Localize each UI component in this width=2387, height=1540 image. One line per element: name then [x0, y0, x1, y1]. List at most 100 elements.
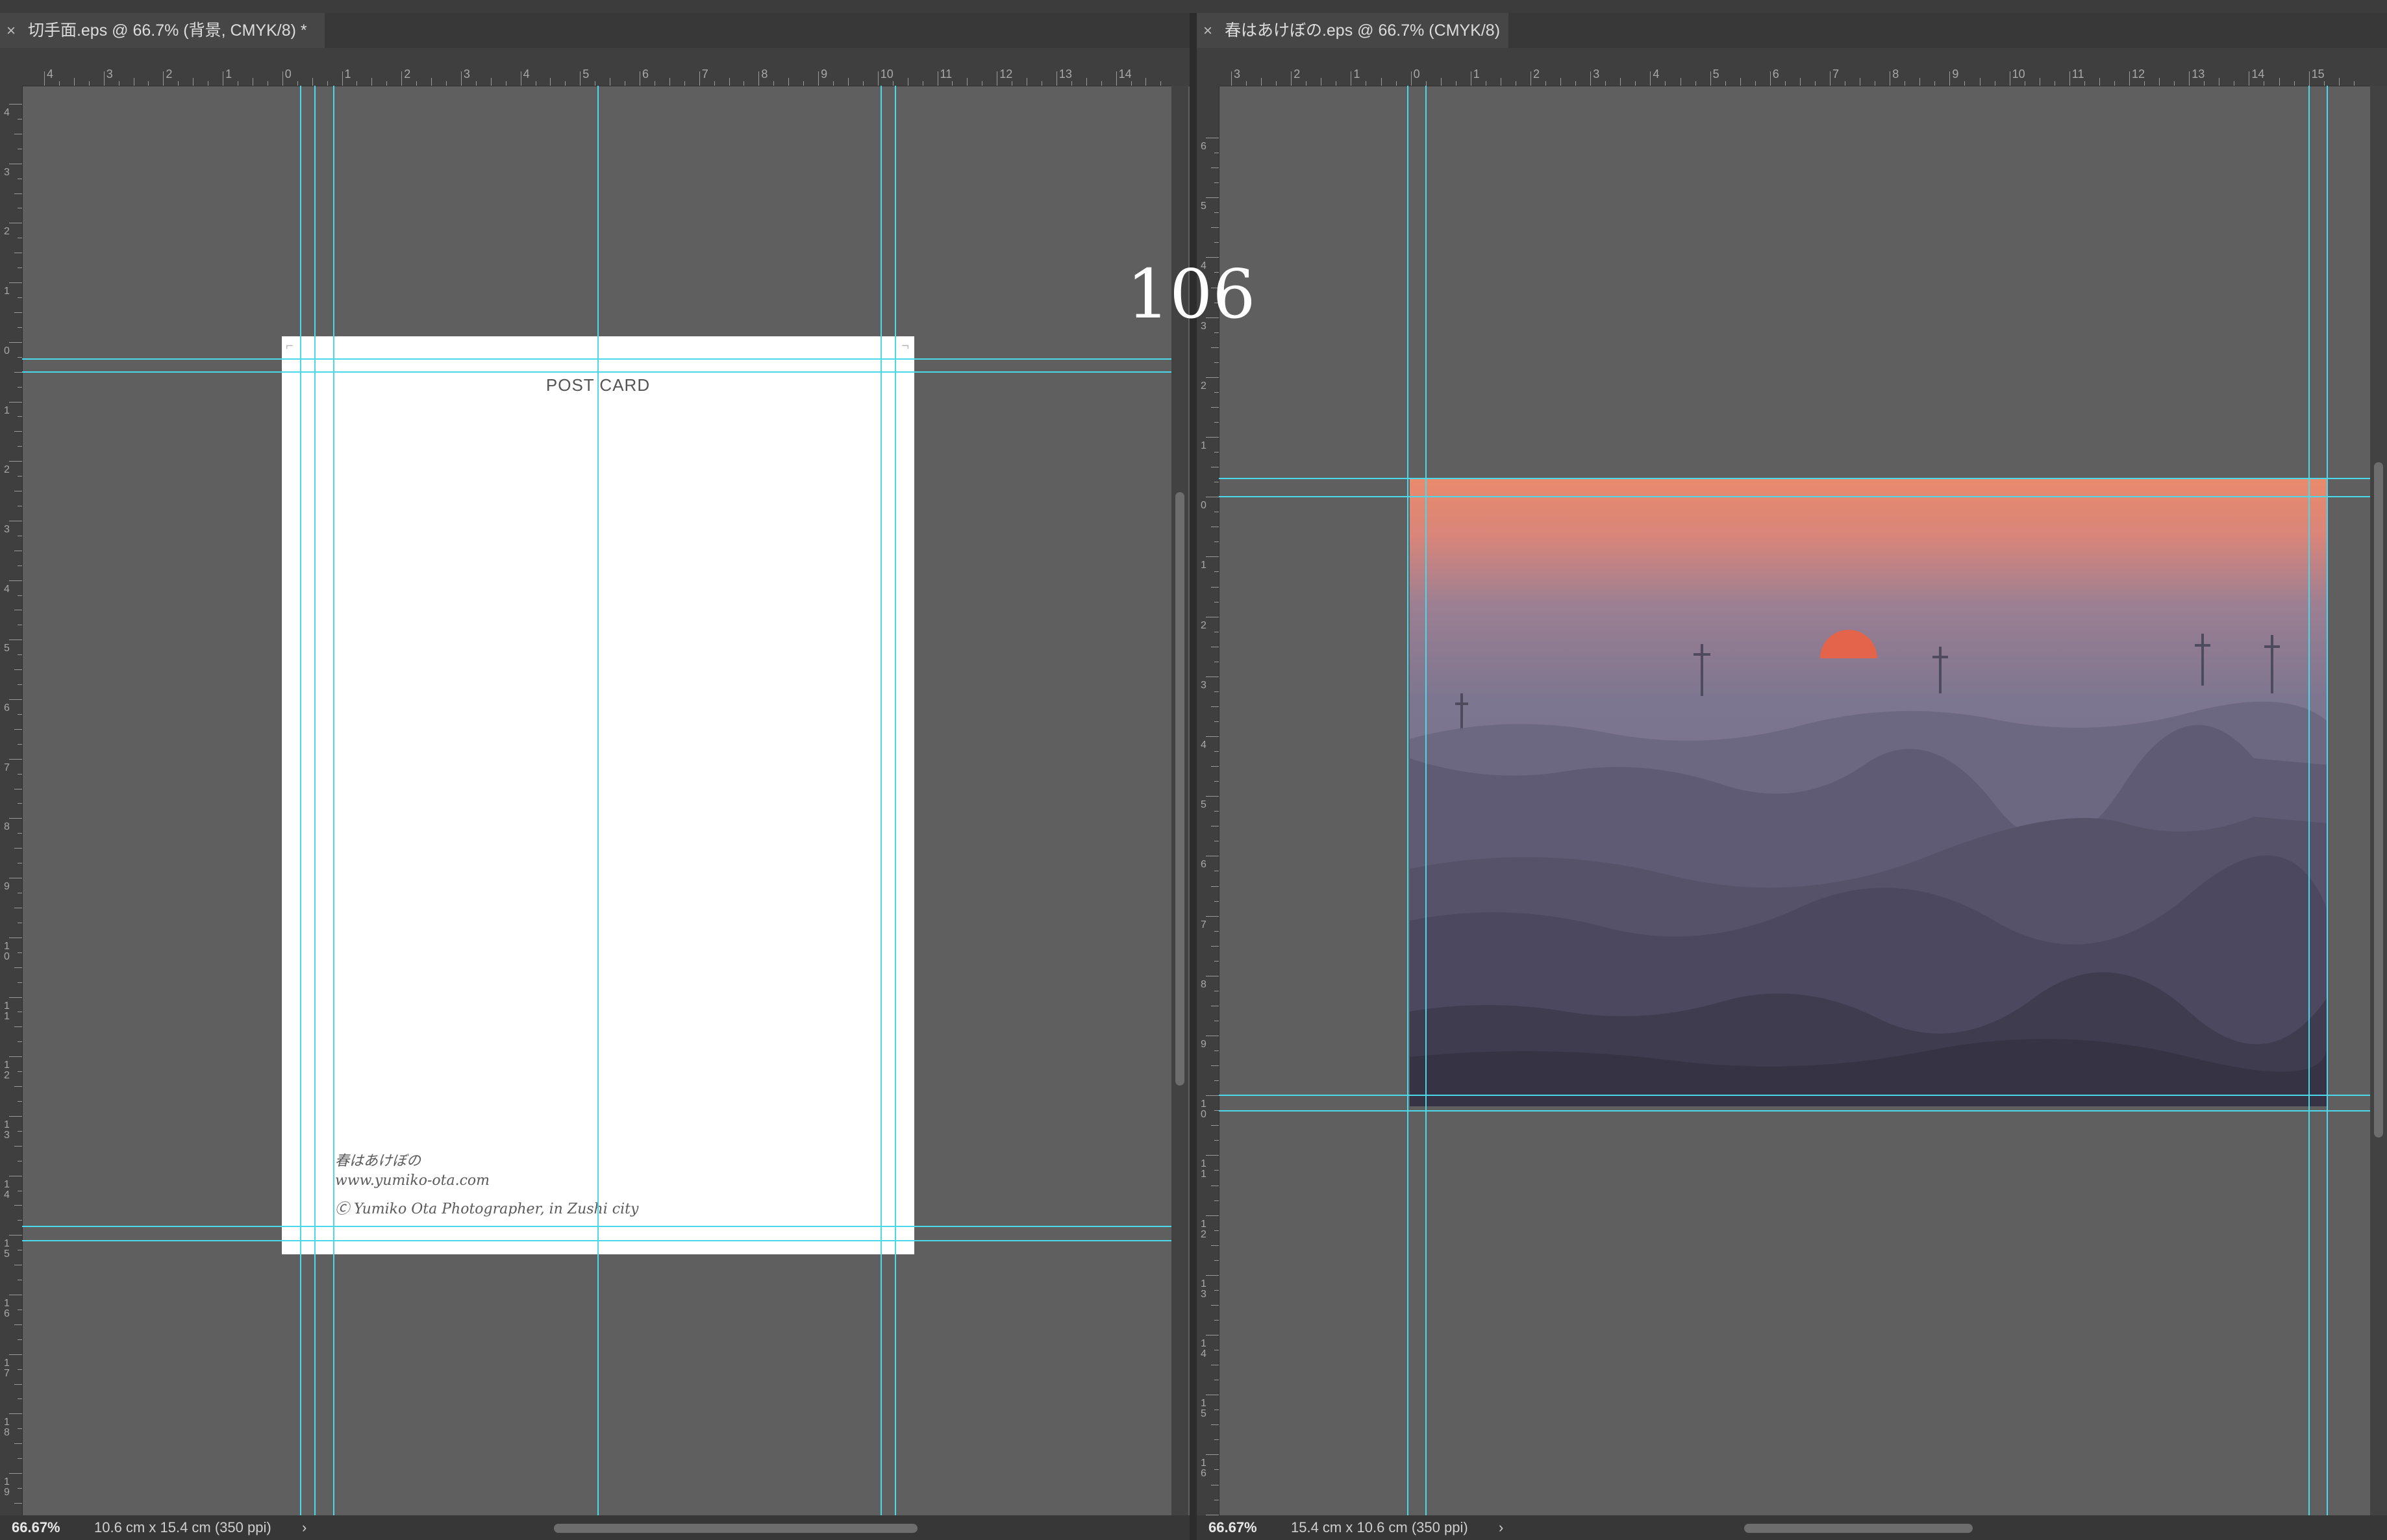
zoom-level[interactable]: 66.67% [12, 1515, 60, 1540]
photo-canvas[interactable] [1410, 479, 2327, 1106]
ruler-minor-tick [475, 81, 477, 86]
ruler-minor-tick [1071, 81, 1072, 86]
ruler-label: 2 [404, 68, 411, 81]
ruler-minor-tick [1211, 1065, 1219, 1067]
ruler-label: 13 [1201, 1278, 1206, 1300]
guide-horizontal[interactable] [22, 371, 1171, 373]
ruler-minor-tick [14, 371, 22, 373]
ruler-label: 4 [523, 68, 530, 81]
vertical-scrollbar[interactable] [2370, 86, 2387, 1515]
ruler-label: 8 [761, 68, 768, 81]
horizontal-scroll-thumb[interactable] [1744, 1524, 1973, 1533]
ruler-minor-tick [1214, 541, 1219, 543]
crop-mark: ¬ [901, 339, 909, 353]
ruler-label: 9 [4, 881, 10, 893]
ruler-minor-tick [18, 356, 22, 358]
ruler-minor-tick [1276, 81, 1277, 86]
horizontal-ruler[interactable]: 3 2 1 0 1 2 3 4 5 6 7 8 9 10 11 12 13 14 15 [1197, 48, 2387, 86]
horizontal-ruler[interactable]: 4 3 2 1 0 1 2 3 4 5 6 7 8 9 10 11 12 13 14 [0, 48, 1190, 86]
guide-vertical[interactable] [895, 86, 896, 1528]
ruler-minor-tick [386, 81, 388, 86]
ruler-label: 16 [4, 1298, 10, 1319]
ruler-tick [1590, 71, 1592, 86]
ruler-minor-tick [18, 1458, 22, 1459]
ruler-minor-tick [1964, 81, 1966, 86]
ruler-minor-tick [1214, 900, 1219, 902]
guide-horizontal[interactable] [22, 1240, 1171, 1241]
ruler-tick [1206, 556, 1219, 558]
chevron-right-icon[interactable]: › [302, 1515, 306, 1540]
ruler-minor-tick [18, 297, 22, 299]
credit-copyright: Ⓒ Yumiko Ota Photographer, in Zushi city [335, 1201, 639, 1217]
ruler-minor-tick [2323, 81, 2325, 86]
guide-horizontal[interactable] [1219, 1110, 2387, 1112]
ruler-tick [1710, 71, 1711, 86]
ruler-minor-tick [18, 1041, 22, 1043]
guide-vertical[interactable] [300, 86, 301, 1528]
ruler-label: 4 [1653, 68, 1660, 81]
chevron-right-icon[interactable]: › [1499, 1515, 1503, 1540]
ruler-minor-tick [1979, 78, 1981, 86]
guide-vertical[interactable] [1407, 86, 1408, 1528]
ruler-minor-tick [1620, 78, 1621, 86]
close-icon[interactable]: × [1203, 14, 1220, 49]
horizontal-scroll-thumb[interactable] [554, 1524, 918, 1533]
ruler-label: 5 [1201, 799, 1206, 811]
guide-horizontal[interactable] [1219, 496, 2387, 497]
ruler-minor-tick [14, 312, 22, 313]
ruler-label: 4 [47, 68, 54, 81]
ruler-tick [9, 1473, 22, 1474]
guide-vertical[interactable] [881, 86, 882, 1528]
ruler-minor-tick [1214, 362, 1219, 363]
ruler-minor-tick [431, 78, 432, 86]
tab-postcard-back[interactable]: × 切手面.eps @ 66.7% (背景, CMYK/8) * [0, 13, 325, 48]
ruler-minor-tick [1145, 78, 1147, 86]
ruler-label: 15 [2311, 68, 2325, 81]
guide-vertical[interactable] [597, 86, 599, 1528]
guide-horizontal[interactable] [22, 1226, 1171, 1227]
ruler-label: 3 [106, 68, 113, 81]
guide-horizontal[interactable] [1219, 478, 2387, 479]
guide-horizontal[interactable] [22, 358, 1171, 360]
ruler-label: 0 [1413, 68, 1420, 81]
ruler-tick [2189, 71, 2190, 86]
pane-splitter[interactable] [1190, 13, 1197, 1540]
ruler-minor-tick [18, 654, 22, 656]
ruler-minor-tick [565, 81, 566, 86]
ruler-label: 1 [1201, 560, 1206, 571]
scroll-thumb[interactable] [1175, 492, 1184, 1086]
ruler-minor-tick [1214, 930, 1219, 932]
guide-vertical[interactable] [2308, 86, 2310, 1528]
ruler-minor-tick [18, 446, 22, 447]
ruler-label: 1 [344, 68, 351, 81]
ruler-label: 1 [1473, 68, 1480, 81]
vertical-ruler[interactable]: 4 3 2 1 0 1 2 3 4 5 6 7 8 9 10 11 12 13 14 15 16 17 18 19 [0, 86, 23, 1515]
guide-vertical[interactable] [333, 86, 334, 1528]
tab-photo[interactable]: × 春はあけぼの.eps @ 66.7% (CMYK/8) [1197, 13, 1508, 48]
guide-vertical[interactable] [2327, 86, 2328, 1528]
document-info: 15.4 cm x 10.6 cm (350 ppi) [1291, 1519, 1468, 1535]
ruler-minor-tick [1814, 81, 1816, 86]
ruler-minor-tick [1214, 1469, 1219, 1471]
guide-vertical[interactable] [1425, 86, 1427, 1528]
ruler-tick [9, 1354, 22, 1355]
ruler-tick [1206, 1095, 1219, 1097]
ruler-minor-tick [1425, 81, 1427, 86]
ruler-tick [1206, 437, 1219, 438]
zoom-level[interactable]: 66.67% [1208, 1515, 1257, 1540]
ruler-minor-tick [1635, 81, 1636, 86]
ruler-tick [9, 282, 22, 284]
ruler-minor-tick [1211, 706, 1219, 707]
ruler-minor-tick [1214, 1319, 1219, 1321]
ruler-tick [44, 71, 45, 86]
ruler-minor-tick [1214, 1170, 1219, 1171]
ruler-tick [2308, 71, 2310, 86]
ruler-minor-tick [1211, 406, 1219, 408]
close-icon[interactable]: × [6, 14, 23, 49]
ruler-minor-tick [58, 81, 60, 86]
guide-vertical[interactable] [314, 86, 316, 1528]
ruler-minor-tick [1919, 78, 1921, 86]
ruler-label: 10 [2012, 68, 2025, 81]
scroll-thumb[interactable] [2374, 462, 2383, 1137]
guide-horizontal[interactable] [1219, 1095, 2387, 1096]
